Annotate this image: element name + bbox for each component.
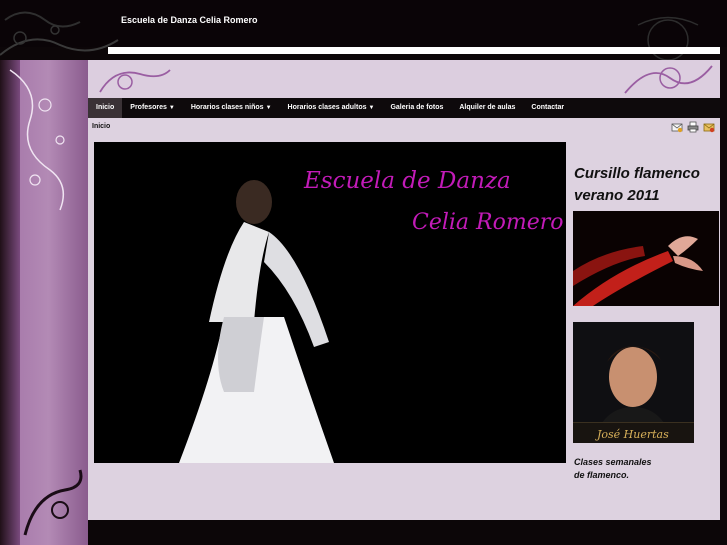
left-ornament <box>9 69 65 211</box>
chevron-down-icon: ▼ <box>168 105 175 111</box>
flamenco-hands-image[interactable] <box>573 211 719 306</box>
footer-strip <box>88 520 727 545</box>
teacher-photo[interactable]: José Huertas <box>573 322 694 443</box>
flamenco-hands-photo <box>573 211 719 306</box>
site-title[interactable]: Escuela de Danza Celia Romero <box>121 15 258 25</box>
hero-title-line2: Celia Romero <box>412 210 564 235</box>
sidebar-heading-line1: Cursillo flamenco <box>574 165 700 182</box>
nav-item-inicio[interactable]: Inicio <box>88 98 123 118</box>
print-icon[interactable] <box>687 121 699 133</box>
nav-item-horarios-ninos[interactable]: Horarios clases niños ▼ <box>183 98 280 118</box>
nav-label: Alquiler de aulas <box>459 104 516 111</box>
hero-title-line1: Escuela de Danza <box>304 168 511 194</box>
nav-label: Profesores <box>130 104 167 111</box>
header-swirl-right <box>624 65 713 94</box>
ornament-top-left <box>0 11 119 56</box>
header-divider <box>108 47 720 54</box>
nav-item-alquiler[interactable]: Alquiler de aulas <box>451 98 523 118</box>
sidebar-heading-line2: verano 2011 <box>574 187 660 204</box>
chevron-down-icon: ▼ <box>265 105 272 111</box>
header-swirl-left <box>99 69 171 93</box>
chevron-down-icon: ▼ <box>368 105 375 111</box>
article-toolbar <box>671 121 715 133</box>
nav-item-profesores[interactable]: Profesores ▼ <box>122 98 183 118</box>
main-nav: Inicio Profesores ▼ Horarios clases niños… <box>88 98 720 118</box>
pdf-icon[interactable] <box>703 121 715 133</box>
nav-item-horarios-adultos[interactable]: Horarios clases adultos ▼ <box>280 98 383 118</box>
sidebar-text-line1: Clases semanales <box>574 457 652 467</box>
hero-image: Escuela de Danza Celia Romero <box>94 142 566 463</box>
sidebar-heading: Cursillo flamenco verano 2011 <box>574 163 724 207</box>
nav-label: Horarios clases adultos <box>287 104 367 111</box>
email-icon[interactable] <box>671 121 683 133</box>
nav-label: Inicio <box>96 104 115 111</box>
teacher-caption: José Huertas <box>597 428 669 441</box>
nav-item-galeria[interactable]: Galeria de fotos <box>382 98 451 118</box>
nav-item-contactar[interactable]: Contactar <box>523 98 572 118</box>
sidebar-text-line2: de flamenco. <box>574 470 630 480</box>
sidebar-text: Clases semanales de flamenco. <box>574 456 714 482</box>
nav-label: Galeria de fotos <box>390 104 444 111</box>
nav-label: Horarios clases niños <box>190 104 264 111</box>
ornament-bottom-left <box>23 469 83 536</box>
nav-label: Contactar <box>531 104 565 111</box>
breadcrumb: Inicio <box>92 123 111 130</box>
